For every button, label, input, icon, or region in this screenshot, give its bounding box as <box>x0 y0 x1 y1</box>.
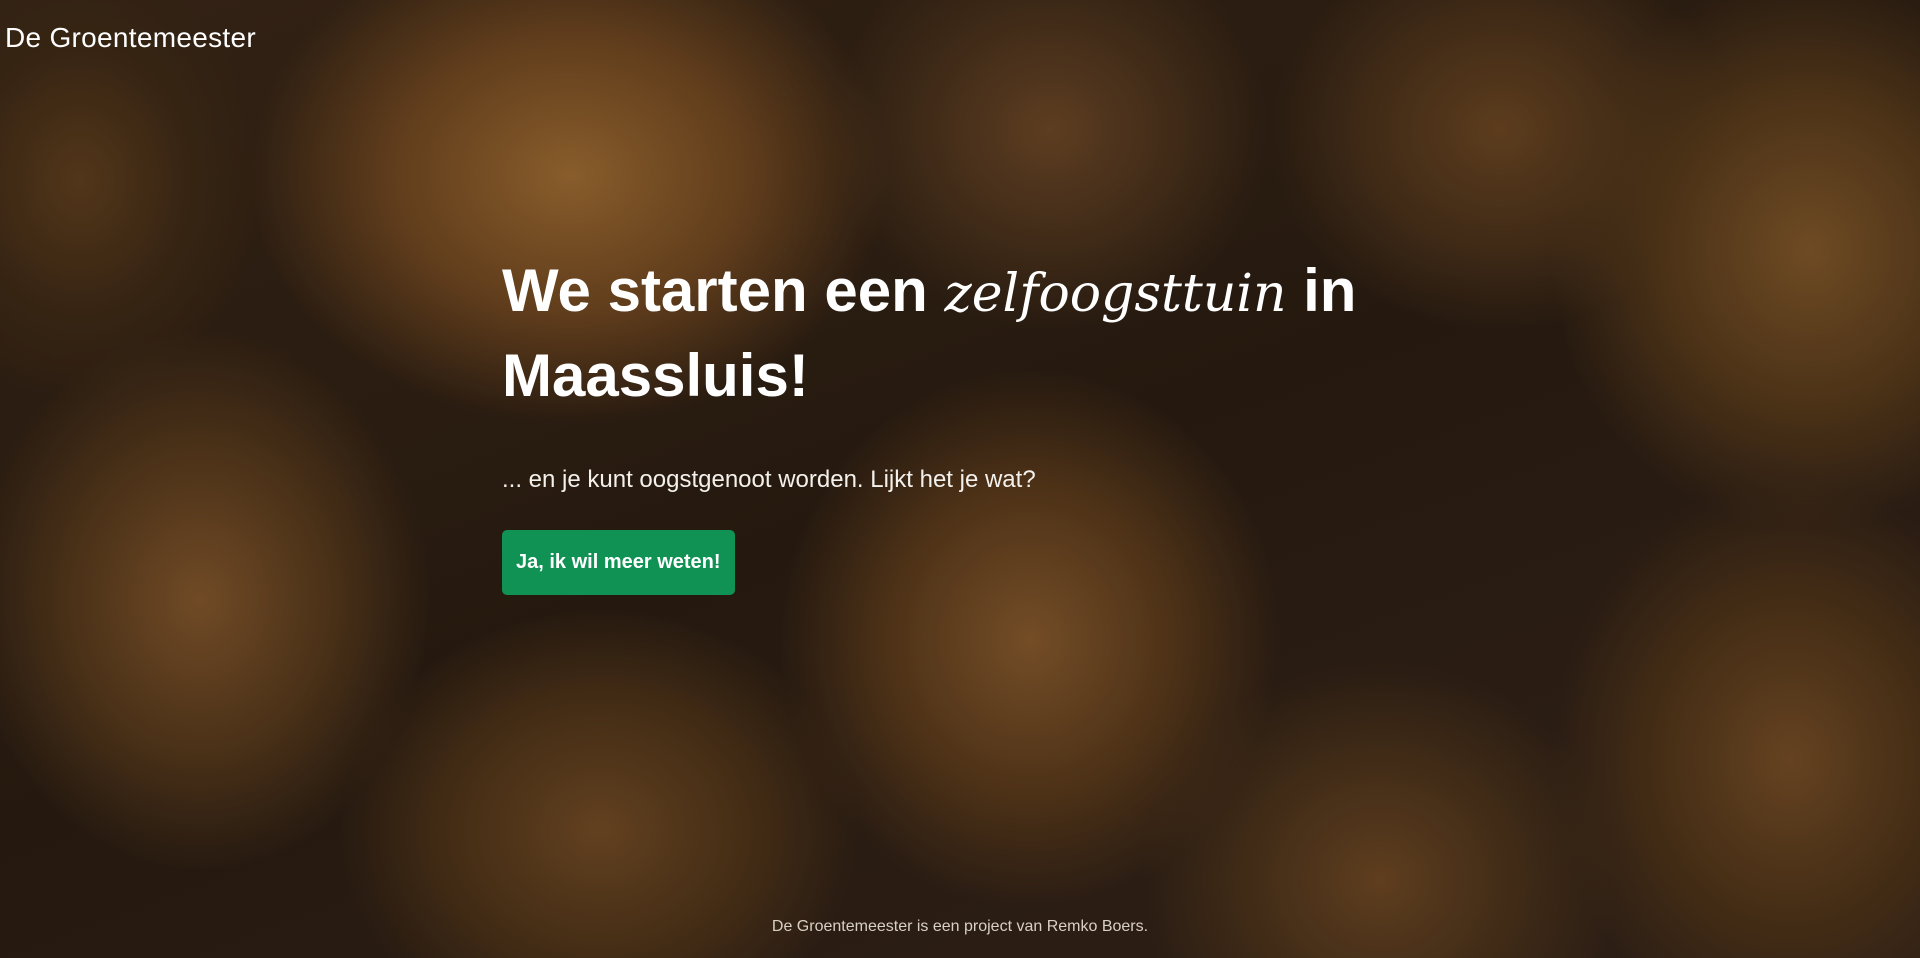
hero-section: We starten een zelfoogsttuin in Maasslui… <box>502 250 1402 595</box>
more-info-button[interactable]: Ja, ik wil meer weten! <box>502 530 735 595</box>
hero-headline: We starten een zelfoogsttuin in Maasslui… <box>502 250 1402 416</box>
headline-accent: zelfoogsttuin <box>944 264 1287 324</box>
hero-subtitle: ... en je kunt oogstgenoot worden. Lijkt… <box>502 466 1036 493</box>
hero-page: De Groentemeester We starten een zelfoog… <box>0 0 1920 958</box>
footer-credit: De Groentemeester is een project van Rem… <box>771 918 1149 935</box>
headline-start: We starten een <box>502 257 945 324</box>
brand-name[interactable]: De Groentemeester <box>5 22 256 54</box>
